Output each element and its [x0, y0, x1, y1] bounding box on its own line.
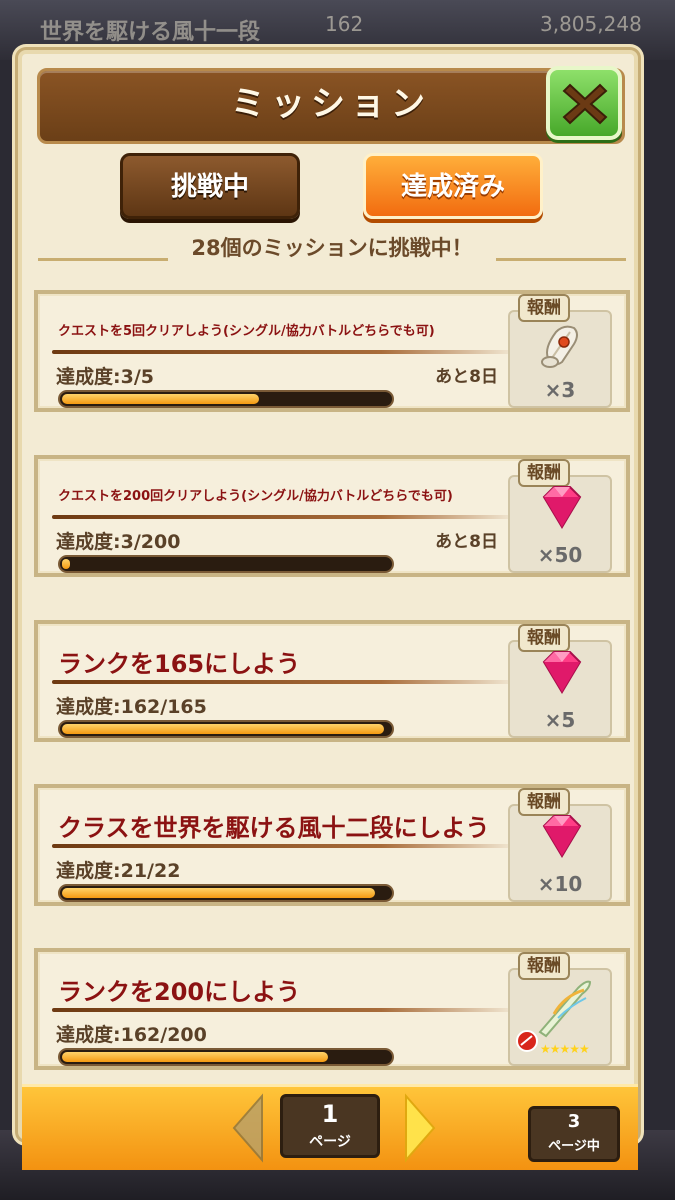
mission-progress: 達成度:3/200 — [56, 531, 181, 553]
mission-name: クエストを200回クリアしよう(シングル/協力バトルどちらでも可) — [58, 489, 453, 504]
reward-quantity: ×10 — [537, 872, 583, 896]
close-button[interactable] — [546, 66, 622, 140]
total-pages: 3 ページ中 — [528, 1106, 620, 1162]
reward-box[interactable]: 報酬 ×5 — [508, 624, 612, 738]
close-icon — [562, 83, 608, 125]
mission-card[interactable]: ランクを165にしよう 達成度:162/165 報酬 ×5 — [34, 620, 630, 742]
gem-icon — [542, 815, 582, 858]
current-page: 1 ページ — [280, 1094, 380, 1158]
reward-quantity: ×5 — [544, 708, 576, 732]
progress-fill — [62, 1052, 328, 1062]
attribute-badge-icon — [516, 1030, 538, 1052]
reward-box[interactable]: 報酬 ×3 — [508, 294, 612, 408]
gem-icon — [542, 486, 582, 529]
progress-bar — [58, 884, 394, 902]
progress-bar — [58, 555, 394, 573]
progress-fill — [62, 888, 375, 898]
background-class-title: 世界を駆ける風十一段 — [40, 20, 261, 45]
progress-fill — [62, 724, 384, 734]
reward-box[interactable]: 報酬 ×10 — [508, 788, 612, 902]
mission-remaining: あと8日 — [435, 367, 498, 387]
total-pages-number: 3 — [567, 1111, 581, 1132]
mission-name: クラスを世界を駆ける風十二段にしよう — [58, 814, 490, 842]
mission-card[interactable]: クエストを5回クリアしよう(シングル/協力バトルどちらでも可) 達成度:3/5 … — [34, 290, 630, 412]
progress-fill — [62, 394, 259, 404]
progress-fill — [62, 559, 70, 569]
reward-box[interactable]: 報酬 ★★★★★ — [508, 952, 612, 1066]
gem-icon — [542, 651, 582, 694]
divider — [52, 1008, 522, 1012]
progress-bar — [58, 720, 394, 738]
sword-icon — [538, 980, 592, 1038]
current-page-number: 1 — [321, 1100, 339, 1128]
mission-name: ランクを165にしよう — [58, 650, 301, 678]
mission-card[interactable]: クラスを世界を駆ける風十二段にしよう 達成度:21/22 報酬 ×10 — [34, 784, 630, 906]
divider — [52, 350, 522, 354]
divider — [52, 844, 522, 848]
current-page-label: ページ — [309, 1134, 351, 1150]
mission-count-banner: 28個のミッションに挑戦中！ — [38, 228, 626, 268]
reward-box[interactable]: 報酬 ×50 — [508, 459, 612, 573]
background-rank-value: 162 — [325, 12, 364, 36]
divider — [52, 680, 522, 684]
reward-quantity: ×50 — [537, 543, 583, 567]
reward-quantity: ×3 — [544, 378, 576, 402]
next-page-button[interactable] — [402, 1092, 438, 1164]
mission-progress: 達成度:162/200 — [56, 1024, 207, 1046]
progress-bar — [58, 390, 394, 408]
divider — [52, 515, 522, 519]
tab-completed[interactable]: 達成済み — [363, 153, 543, 219]
panel-header: ミッション — [37, 68, 625, 144]
mission-card[interactable]: ランクを200にしよう 達成度:162/200 報酬 ★★★★★ — [34, 948, 630, 1070]
mission-progress: 達成度:21/22 — [56, 860, 181, 882]
mission-card[interactable]: クエストを200回クリアしよう(シングル/協力バトルどちらでも可) 達成度:3/… — [34, 455, 630, 577]
rarity-stars-icon: ★★★★★ — [540, 1042, 590, 1056]
total-pages-label: ページ中 — [548, 1139, 600, 1154]
mission-name: ランクを200にしよう — [58, 978, 301, 1006]
mission-remaining: あと8日 — [435, 532, 498, 552]
panel-title: ミッション — [231, 84, 431, 124]
mission-name: クエストを5回クリアしよう(シングル/協力バトルどちらでも可) — [58, 324, 435, 339]
mission-progress: 達成度:3/5 — [56, 366, 154, 388]
prev-page-button[interactable] — [230, 1092, 266, 1164]
tab-in-progress[interactable]: 挑戦中 — [120, 153, 300, 219]
background-coins: 3,805,248 — [540, 12, 642, 36]
mission-progress: 達成度:162/165 — [56, 696, 207, 718]
scroll-icon — [541, 325, 578, 368]
progress-bar — [58, 1048, 394, 1066]
